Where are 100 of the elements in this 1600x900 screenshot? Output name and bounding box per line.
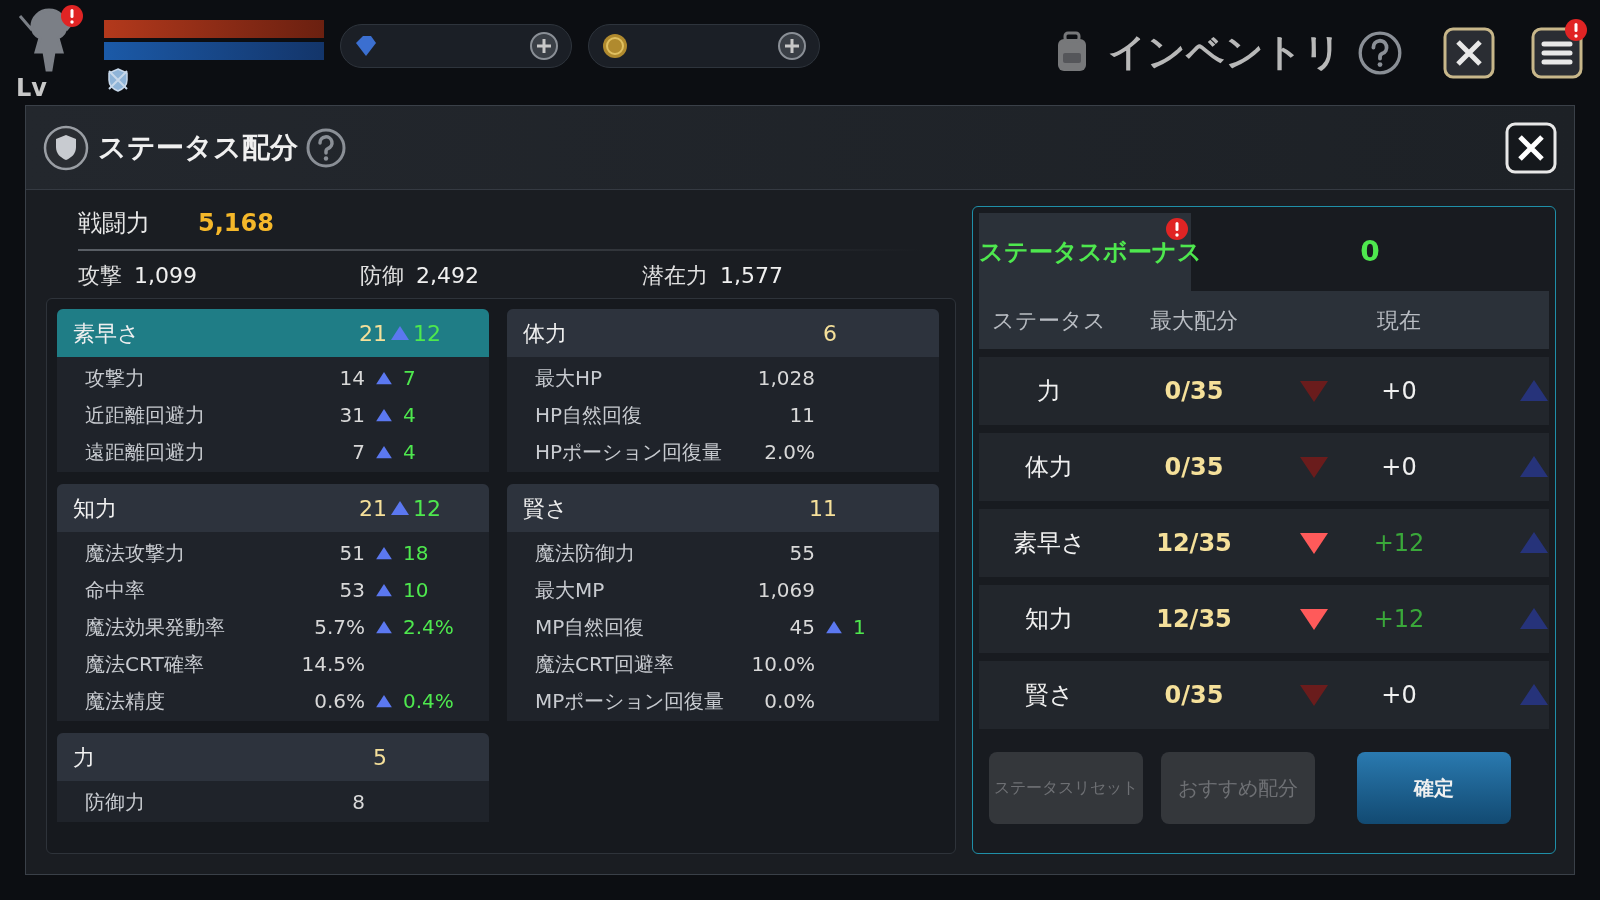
- attribute-value: 11: [789, 401, 815, 429]
- up-arrow-icon: [375, 370, 393, 385]
- shield-icon: [42, 123, 90, 172]
- stat-label: 攻撃: [78, 261, 122, 290]
- current-bonus: +12: [1372, 528, 1426, 559]
- attribute-value: 14.5%: [301, 650, 365, 678]
- stat-name: 力: [73, 743, 96, 772]
- attribute-value: 2.0%: [764, 438, 815, 466]
- attribute-label: HP自然回復: [535, 401, 644, 429]
- attribute-value: 5.7%: [314, 613, 365, 641]
- attribute-value: 1,028: [757, 364, 815, 392]
- max-allocation: 0/35: [1163, 680, 1225, 711]
- attribute-label: 近距離回避力: [85, 401, 206, 429]
- current-bonus: +12: [1372, 604, 1426, 635]
- level-label: Lv: [16, 76, 47, 100]
- dialog-title: ステータス配分: [98, 129, 298, 166]
- status-name: 知力: [1024, 604, 1074, 635]
- stat-value: 1,577: [720, 261, 783, 290]
- stat-name: 素早さ: [73, 319, 141, 348]
- attribute-value: 8: [352, 788, 365, 816]
- plus-icon[interactable]: [529, 31, 559, 61]
- current-bonus: +0: [1380, 680, 1418, 711]
- stat-value: 21: [358, 319, 387, 348]
- stat-name: 賢さ: [523, 494, 569, 523]
- up-arrow-icon: [375, 545, 393, 560]
- attribute-value: 45: [789, 613, 815, 641]
- attribute-bonus: 10: [403, 577, 429, 602]
- coin-icon: [601, 32, 629, 60]
- attribute-value: 10.0%: [751, 650, 815, 678]
- attribute-value: 0.0%: [764, 687, 815, 715]
- attribute-bonus: 4: [403, 439, 416, 464]
- inventory-title: インベントリ: [1108, 29, 1342, 76]
- max-allocation: 12/35: [1155, 528, 1233, 559]
- column-header: 最大配分: [1149, 306, 1239, 335]
- bonus-points: 0: [1360, 234, 1380, 270]
- attribute-value: 0.6%: [314, 687, 365, 715]
- stat-bonus: 12: [413, 495, 441, 521]
- attribute-label: MP自然回復: [535, 613, 646, 641]
- stat-value: 1,099: [134, 261, 197, 290]
- attribute-bonus: 2.4%: [403, 614, 454, 639]
- stat-value: 11: [808, 494, 837, 523]
- attribute-label: MPポーション回復量: [535, 687, 726, 715]
- stat-group-header[interactable]: 賢さ 11: [507, 484, 939, 532]
- status-name: 素早さ: [1011, 528, 1087, 559]
- stat-group-header[interactable]: 力 5: [57, 733, 489, 781]
- max-allocation: 0/35: [1163, 452, 1225, 483]
- attribute-bonus: 0.4%: [403, 688, 454, 713]
- attribute-value: 51: [339, 539, 365, 567]
- attribute-bonus: 18: [403, 540, 429, 565]
- attribute-bonus: 1: [853, 614, 866, 639]
- stat-group-header[interactable]: 知力 21 12: [57, 484, 489, 532]
- action-button[interactable]: 確定: [1357, 752, 1511, 824]
- stat-value: 2,492: [416, 261, 479, 290]
- status-name: 力: [1036, 376, 1062, 407]
- attribute-label: 魔法精度: [85, 687, 166, 715]
- max-allocation: 12/35: [1155, 604, 1233, 635]
- attribute-label: HPポーション回復量: [535, 438, 724, 466]
- bonus-label: ステータスボーナス: [979, 237, 1202, 268]
- attribute-value: 14: [339, 364, 365, 392]
- stat-name: 体力: [523, 319, 568, 348]
- up-arrow-icon: [390, 325, 410, 341]
- help-icon[interactable]: [306, 127, 346, 168]
- up-arrow-icon: [825, 619, 843, 634]
- attribute-label: 命中率: [85, 576, 146, 604]
- stat-group-header[interactable]: 体力 6: [507, 309, 939, 357]
- current-bonus: +0: [1380, 376, 1418, 407]
- attribute-label: 遠距離回避力: [85, 438, 206, 466]
- current-bonus: +0: [1380, 452, 1418, 483]
- attribute-label: 最大HP: [535, 364, 604, 392]
- column-header: 現在: [1376, 306, 1422, 335]
- attribute-label: 攻撃力: [85, 364, 146, 392]
- combat-power-label: 戦闘力: [78, 207, 150, 239]
- stat-value: 21: [358, 494, 387, 523]
- stat-value: 6: [822, 319, 837, 348]
- attribute-label: 防御力: [85, 788, 146, 816]
- attribute-value: 31: [339, 401, 365, 429]
- attribute-label: 魔法CRT回避率: [535, 650, 675, 678]
- attribute-label: 魔法効果発動率: [85, 613, 226, 641]
- close-icon[interactable]: [1442, 25, 1496, 80]
- stat-group-header[interactable]: 素早さ 21 12: [57, 309, 489, 357]
- close-icon[interactable]: [1504, 120, 1558, 175]
- attribute-label: 最大MP: [535, 576, 606, 604]
- attribute-bonus: 7: [403, 365, 416, 390]
- up-arrow-icon: [375, 693, 393, 708]
- help-icon[interactable]: [1358, 30, 1402, 75]
- up-arrow-icon: [390, 500, 410, 516]
- plus-icon[interactable]: [777, 31, 807, 61]
- decrease-arrow-icon[interactable]: [1299, 607, 1329, 631]
- stat-name: 知力: [73, 494, 118, 523]
- status-name: 賢さ: [1023, 680, 1075, 711]
- attribute-value: 1,069: [757, 576, 815, 604]
- attribute-label: 魔法攻撃力: [85, 539, 186, 567]
- stat-label: 防御: [360, 261, 404, 290]
- up-arrow-icon: [375, 407, 393, 422]
- decrease-arrow-icon[interactable]: [1299, 531, 1329, 555]
- max-allocation: 0/35: [1163, 376, 1225, 407]
- attribute-value: 55: [789, 539, 815, 567]
- up-arrow-icon: [375, 582, 393, 597]
- menu-icon[interactable]: [1530, 25, 1584, 80]
- stat-value: 5: [372, 743, 387, 772]
